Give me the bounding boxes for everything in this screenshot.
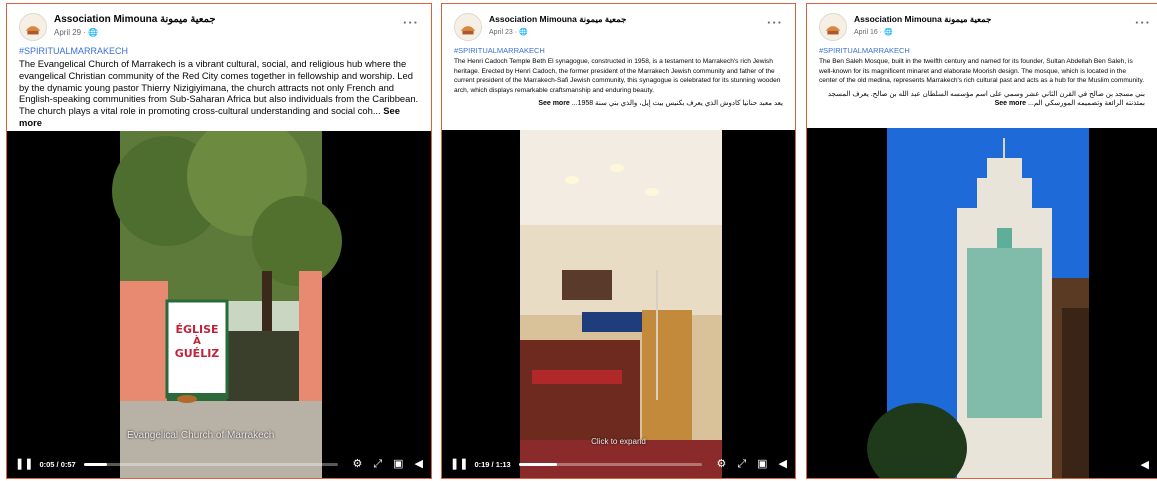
post-header: Association Mimouna جمعية ميمونة April 1… bbox=[807, 4, 1157, 44]
video-timecode: 0:19 / 1:13 bbox=[474, 459, 511, 469]
hashtag-link[interactable]: #SPIRITUALMARRAKECH bbox=[7, 46, 431, 56]
volume-icon[interactable]: ◀ bbox=[415, 458, 423, 470]
volume-icon[interactable]: ◀ bbox=[779, 458, 787, 470]
post-date[interactable]: April 16 · 🌐 bbox=[854, 28, 893, 36]
post-card-1: Association Mimouna جمعية ميمونة April 2… bbox=[6, 3, 432, 479]
see-more-link[interactable]: See more bbox=[995, 100, 1027, 107]
fullscreen-icon[interactable]: ⤢ bbox=[737, 458, 746, 470]
page-name[interactable]: Association Mimouna جمعية ميمونة bbox=[854, 14, 991, 25]
click-to-expand-hint[interactable]: Click to expand bbox=[442, 437, 795, 446]
video-timecode: 0:05 / 0:57 bbox=[39, 459, 76, 469]
post-date[interactable]: April 29 · 🌐 bbox=[54, 28, 98, 37]
progress-fill bbox=[83, 462, 107, 466]
more-horizontal-icon[interactable]: ··· bbox=[1135, 16, 1151, 29]
picture-in-picture-icon[interactable]: ▣ bbox=[757, 458, 767, 470]
hashtag-link[interactable]: #SPIRITUALMARRAKECH bbox=[807, 46, 1157, 55]
post-body-arabic: بني مسجد بن صالح في القرن الثاني عشر وسم… bbox=[807, 86, 1157, 109]
sign-line-3: GUÉLIZ bbox=[174, 347, 220, 360]
picture-in-picture-icon[interactable]: ▣ bbox=[393, 458, 403, 470]
video-controls: ❚❚ 0:19 / 1:13 ⚙ ⤢ ▣ ◀ bbox=[442, 450, 795, 478]
post-card-2: Association Mimouna جمعية ميمونة April 2… bbox=[441, 3, 796, 479]
video-player[interactable]: Click to expand ❚❚ 0:19 / 1:13 ⚙ ⤢ ▣ ◀ bbox=[442, 130, 795, 478]
post-body-arabic: يعد معبد حنانيا كادوش الذي يعرف بكنيس بي… bbox=[442, 95, 795, 109]
post-body: The Henri Cadoch Temple Beth El synagogu… bbox=[454, 58, 781, 94]
settings-gear-icon[interactable]: ⚙ bbox=[716, 458, 726, 470]
post-date[interactable]: April 23 · 🌐 bbox=[489, 28, 528, 36]
video-caption: Evangelical Church of Marrakech bbox=[127, 430, 275, 441]
video-frame bbox=[807, 128, 1157, 478]
video-player[interactable]: ◀ bbox=[807, 128, 1157, 478]
volume-icon[interactable]: ◀ bbox=[1141, 458, 1149, 471]
avatar[interactable] bbox=[454, 13, 482, 41]
video-frame bbox=[7, 131, 431, 478]
post-body-arabic-text: يعد معبد حنانيا كادوش الذي يعرف بكنيس بي… bbox=[569, 100, 783, 108]
more-horizontal-icon[interactable]: ··· bbox=[767, 16, 783, 29]
post-header: Association Mimouna جمعية ميمونة April 2… bbox=[442, 4, 795, 44]
fullscreen-icon[interactable]: ⤢ bbox=[373, 458, 382, 470]
video-player[interactable]: ÉGLISE À GUÉLIZ Evangelical Church of Ma… bbox=[7, 131, 431, 478]
post-header: Association Mimouna جمعية ميمونة April 2… bbox=[7, 4, 431, 44]
more-horizontal-icon[interactable]: ··· bbox=[403, 16, 419, 29]
post-body-arabic-text: بني مسجد بن صالح في القرن الثاني عشر وسم… bbox=[827, 90, 1145, 108]
sign-text: ÉGLISE À GUÉLIZ bbox=[170, 323, 224, 360]
video-right-controls: ⚙ ⤢ ▣ ◀ bbox=[352, 458, 423, 470]
page-name[interactable]: Association Mimouna جمعية ميمونة bbox=[489, 14, 626, 25]
avatar[interactable] bbox=[819, 13, 847, 41]
pause-icon[interactable]: ❚❚ bbox=[450, 458, 468, 470]
pause-icon[interactable]: ❚❚ bbox=[15, 458, 33, 470]
progress-bar[interactable] bbox=[83, 462, 339, 466]
sign-line-2: À bbox=[193, 336, 201, 347]
post-body-text: The Evangelical Church of Marrakech is a… bbox=[19, 58, 419, 117]
progress-bar[interactable] bbox=[518, 462, 703, 466]
video-frame bbox=[442, 130, 795, 478]
video-right-controls: ⚙ ⤢ ▣ ◀ bbox=[716, 458, 787, 470]
page-name[interactable]: Association Mimouna جمعية ميمونة bbox=[54, 14, 216, 25]
avatar[interactable] bbox=[19, 13, 47, 41]
video-controls: ◀ bbox=[807, 450, 1157, 478]
video-controls: ❚❚ 0:05 / 0:57 ⚙ ⤢ ▣ ◀ bbox=[7, 450, 431, 478]
settings-gear-icon[interactable]: ⚙ bbox=[352, 458, 362, 470]
sign-line-1: ÉGLISE bbox=[175, 323, 219, 336]
post-card-3: Association Mimouna جمعية ميمونة April 1… bbox=[806, 3, 1157, 479]
post-body: The Evangelical Church of Marrakech is a… bbox=[7, 56, 431, 129]
post-body: The Ben Saleh Mosque, built in the twelf… bbox=[819, 58, 1145, 85]
hashtag-link[interactable]: #SPIRITUALMARRAKECH bbox=[442, 46, 795, 55]
progress-fill bbox=[518, 462, 558, 466]
see-more-link[interactable]: See more bbox=[538, 100, 570, 107]
